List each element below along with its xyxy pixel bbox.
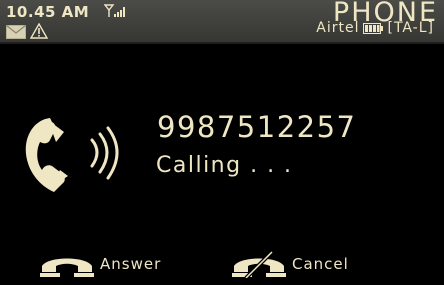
signal-bars-icon: [104, 4, 125, 17]
cancel-handset-icon: [232, 250, 286, 278]
mail-icon: [6, 25, 26, 39]
phone-screen: 10.45 AM PHONE Airtel [TA-L] 9987512257 …: [0, 0, 444, 285]
cancel-button[interactable]: Cancel: [230, 247, 349, 281]
ringing-handset-icon: [25, 118, 119, 192]
battery-icon: [363, 22, 384, 34]
dialed-number: 9987512257: [157, 110, 357, 144]
sim-label: [TA-L]: [387, 20, 434, 36]
call-status: Calling . . .: [156, 153, 293, 178]
answer-button[interactable]: Answer: [38, 247, 161, 281]
answer-handset-icon: [40, 258, 94, 277]
clock-time: 10.45 AM: [6, 3, 90, 21]
carrier-name: Airtel: [316, 20, 360, 36]
cancel-label: Cancel: [292, 255, 349, 273]
network-info: Airtel [TA-L]: [316, 20, 434, 36]
status-bar: 10.45 AM PHONE Airtel [TA-L]: [0, 0, 444, 44]
answer-label: Answer: [100, 255, 162, 273]
warning-icon: [30, 23, 48, 39]
